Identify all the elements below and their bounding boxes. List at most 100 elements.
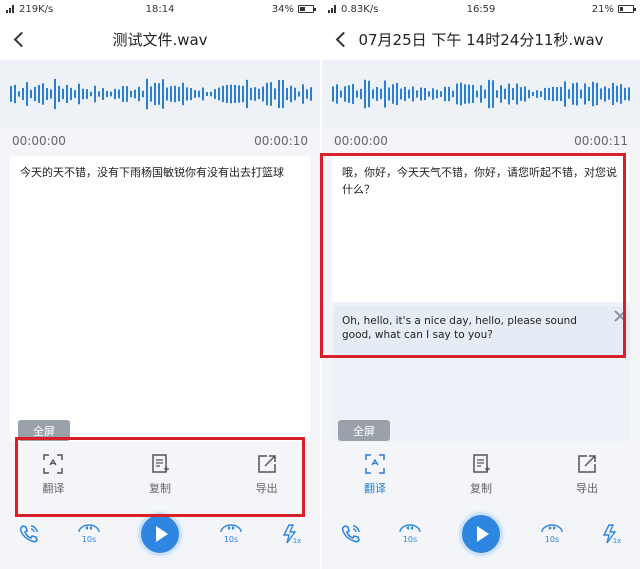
waveform-bar [74,90,76,98]
waveform-bar [416,90,418,98]
network-speed: 219K/s [19,3,54,15]
back-icon [335,31,351,47]
export-button[interactable]: 导出 [534,444,640,504]
waveform-bar [26,82,28,106]
waveform-bar [520,87,522,101]
play-button[interactable] [458,512,503,556]
speed-icon: 1x [603,524,621,545]
waveform-bar [496,90,498,98]
waveform-bar [130,90,132,98]
copy-button[interactable]: 复制 [428,444,534,504]
waveform-bar [500,85,502,103]
waveform-bar [54,78,56,110]
waveform-bar [50,89,52,99]
waveform-bar [58,85,60,103]
waveform-bar [580,89,582,99]
phone-icon [19,525,38,543]
waveform-bar [138,86,140,102]
translate-icon [43,453,64,474]
waveform-bar [234,84,236,104]
waveform-bar [102,88,104,100]
speed-button[interactable]: 1x [280,523,302,545]
waveform-bar [22,87,24,101]
waveform[interactable] [0,60,320,128]
back-button[interactable] [0,18,36,60]
fullscreen-button[interactable]: 全屏 [338,420,390,441]
copy-icon [473,453,490,473]
translation-panel: Oh, hello, it's a nice day, hello, pleas… [334,306,630,354]
waveform-bar [604,86,606,102]
waveform-bar [182,82,184,106]
waveform-bar [214,89,216,99]
waveform-bar [356,90,358,98]
waveform-bar [348,85,350,103]
waveform-bar [360,88,362,100]
page-title: 07月25日 下午 14时24分11秒.wav [358,30,604,49]
nav-bar: 07月25日 下午 14时24分11秒.wav [322,18,640,60]
forward-button[interactable]: 10s [539,523,565,545]
rewind-button[interactable]: 10s [397,523,423,545]
rewind-button[interactable]: 10s [76,523,102,545]
copy-button[interactable]: 复制 [107,444,214,504]
waveform-bar [190,88,192,100]
translate-button[interactable]: 翻译 [0,444,107,504]
rewind-10s-icon: 10s [78,524,100,544]
call-button[interactable] [340,523,362,545]
transcript-text: 哦，你好，今天天气不错，你好，请您听起不错，对您说什么？ [342,166,617,196]
waveform-bar [186,87,188,101]
clock: 16:59 [466,3,496,15]
waveform-bar [262,86,264,102]
close-icon[interactable] [612,308,628,324]
waveform-bar [62,88,64,100]
translation-text: Oh, hello, it's a nice day, hello, pleas… [342,315,577,341]
waveform-bar [488,79,490,109]
waveform-graphic [10,78,312,110]
waveform-bar [332,86,334,102]
waveform-bar [310,87,312,101]
call-button[interactable] [18,523,40,545]
waveform-bar [226,85,228,103]
waveform-bar [230,84,232,104]
fullscreen-button[interactable]: 全屏 [18,420,70,441]
forward-button[interactable]: 10s [218,523,244,545]
waveform-bar [126,86,128,102]
time-start: 00:00:00 [334,134,388,148]
waveform-bar [528,89,530,99]
waveform-bar [456,83,458,105]
waveform-bar [368,80,370,108]
export-button[interactable]: 导出 [213,444,320,504]
play-icon [476,526,489,542]
waveform-bar [242,85,244,103]
waveform-bar [142,90,144,98]
waveform-bar [174,85,176,103]
waveform-bar [484,89,486,99]
time-end: 00:00:10 [254,134,308,148]
waveform-bar [134,89,136,99]
export-icon [257,454,276,473]
waveform-bar [504,88,506,100]
waveform-bar [254,87,256,101]
waveform-bar [472,85,474,103]
battery-icon [298,5,317,13]
waveform[interactable] [322,60,640,128]
waveform-bar [564,81,566,107]
waveform-bar [476,90,478,98]
waveform-bar [468,84,470,104]
waveform-bar [194,90,196,98]
translate-button[interactable]: 翻译 [322,444,428,504]
back-button[interactable] [322,18,358,60]
action-bar: 翻译 复制 导出 [322,444,640,504]
waveform-bar [432,88,434,100]
play-button[interactable] [138,512,182,556]
waveform-bar [340,90,342,98]
speed-button[interactable]: 1x [600,523,622,545]
waveform-bar [166,87,168,101]
waveform-bar [380,88,382,100]
waveform-bar [524,86,526,102]
waveform-bar [388,87,390,101]
waveform-bar [544,87,546,101]
waveform-bar [274,88,276,100]
waveform-bar [110,91,112,97]
waveform-bar [444,86,446,102]
rewind-label: 10s [403,535,417,544]
